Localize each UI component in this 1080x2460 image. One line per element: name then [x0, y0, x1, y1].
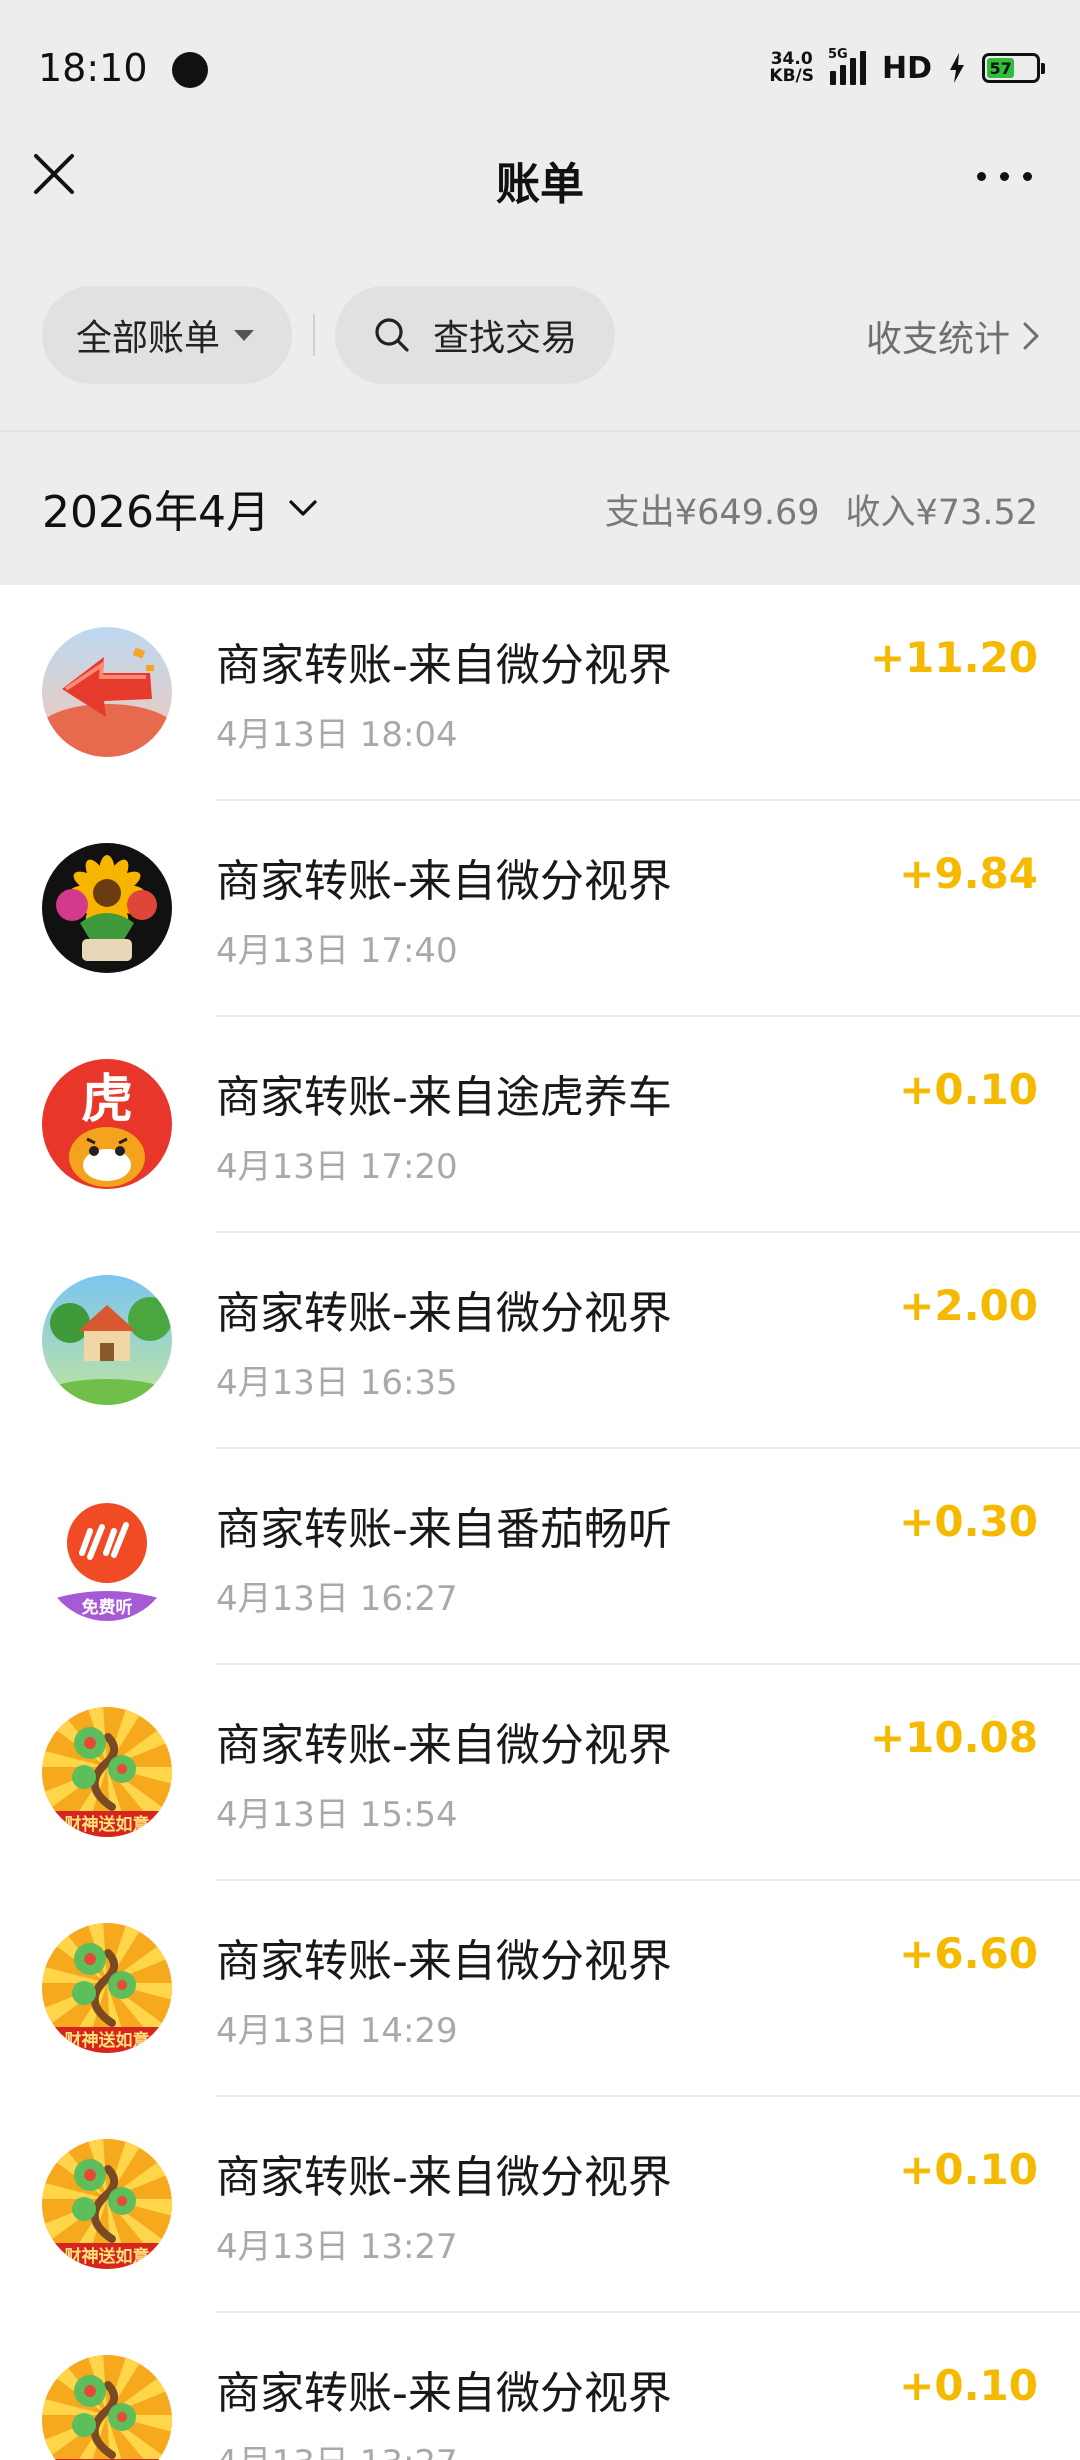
month-selector[interactable]: 2026年4月 — [42, 476, 318, 540]
status-indicators: 34.0 KB/S 5G HD 57 — [769, 47, 1045, 88]
svg-text:财神送如意: 财神送如意 — [64, 2030, 150, 2051]
income-expense-stats-link[interactable]: 收支统计 — [866, 310, 1040, 362]
transaction-time: 4月13日 17:40 — [216, 931, 458, 971]
transaction-time: 4月13日 13:27 — [216, 2435, 458, 2460]
transaction-title: 商家转账-来自微分视界 — [216, 1936, 672, 1987]
tiger-icon: 虎 — [42, 1059, 172, 1189]
search-label: 查找交易 — [433, 318, 578, 359]
transaction-row[interactable]: 财神送如意 商家转账-来自微分视界 4月13日 13:27 +0.10 — [0, 2313, 1080, 2460]
all-bills-filter-button[interactable]: 全部账单 — [42, 286, 292, 384]
transaction-time: 4月13日 13:27 — [216, 2227, 458, 2267]
transaction-time: 4月13日 17:20 — [216, 1147, 458, 1187]
svg-text:财神送如意: 财神送如意 — [64, 2246, 150, 2267]
transaction-time: 4月13日 16:35 — [216, 1363, 458, 1403]
month-income: 收入¥73.52 — [845, 493, 1038, 533]
transaction-amount: +0.10 — [899, 2145, 1038, 2194]
notification-dot-icon — [172, 52, 208, 88]
chevron-right-icon — [1023, 322, 1039, 350]
transaction-amount: +0.10 — [899, 1065, 1038, 1114]
hd-label: HD — [881, 50, 932, 86]
transaction-row[interactable]: 虎 商家转账-来自途虎养车 4月13日 17:20 +0.10 — [0, 1017, 1080, 1233]
transaction-amount: +2.00 — [899, 1281, 1038, 1330]
charging-icon — [950, 53, 964, 83]
month-header: 2026年4月 支出¥649.69 收入¥73.52 — [0, 430, 1080, 585]
transaction-title: 商家转账-来自微分视界 — [216, 640, 672, 691]
battery-icon: 57 — [982, 53, 1045, 83]
transaction-title: 商家转账-来自微分视界 — [216, 856, 672, 907]
month-totals: 支出¥649.69 收入¥73.52 — [605, 484, 1038, 535]
battery-level: 57 — [987, 58, 1015, 78]
filter-divider — [313, 314, 315, 356]
svg-text:虎: 虎 — [81, 1070, 133, 1130]
caret-down-icon — [234, 329, 255, 341]
transaction-time: 4月13日 14:29 — [216, 2011, 458, 2051]
transaction-row[interactable]: 商家转账-来自微分视界 4月13日 17:40 +9.84 — [0, 801, 1080, 1017]
money-tree-icon: 财神送如意 — [42, 2355, 172, 2460]
transaction-amount: +9.84 — [899, 849, 1038, 898]
svg-text:免费听: 免费听 — [82, 1597, 133, 1618]
transaction-title: 商家转账-来自番茄畅听 — [216, 1504, 672, 1555]
transaction-amount: +6.60 — [899, 1929, 1038, 1978]
month-label: 2026年4月 — [42, 487, 270, 538]
network-speed: 34.0 KB/S — [769, 51, 814, 85]
bill-page: 18:10 34.0 KB/S 5G HD 57 账单 全部账单 查找交易 收支… — [0, 0, 1080, 2460]
tomato-listen-icon: 免费听 — [42, 1491, 172, 1621]
filter-row: 全部账单 查找交易 收支统计 — [0, 286, 1080, 384]
transaction-list: 商家转账-来自微分视界 4月13日 18:04 +11.20 商家转账-来自微分… — [0, 585, 1080, 2460]
transaction-title: 商家转账-来自途虎养车 — [216, 1072, 672, 1123]
money-tree-icon: 财神送如意 — [42, 1707, 172, 1837]
transaction-row[interactable]: 免费听 商家转账-来自番茄畅听 4月13日 16:27 +0.30 — [0, 1449, 1080, 1665]
network-speed-unit: KB/S — [769, 66, 814, 86]
transaction-title: 商家转账-来自微分视界 — [216, 2152, 672, 2203]
transaction-row[interactable]: 财神送如意 商家转账-来自微分视界 4月13日 15:54 +10.08 — [0, 1665, 1080, 1881]
transaction-amount: +0.10 — [899, 2361, 1038, 2410]
transaction-row[interactable]: 商家转账-来自微分视界 4月13日 18:04 +11.20 — [0, 585, 1080, 801]
transaction-time: 4月13日 15:54 — [216, 1795, 458, 1835]
money-tree-icon: 财神送如意 — [42, 1923, 172, 2053]
transaction-row[interactable]: 财神送如意 商家转账-来自微分视界 4月13日 14:29 +6.60 — [0, 1881, 1080, 2097]
network-type: 5G — [827, 47, 848, 62]
page-title: 账单 — [496, 159, 584, 210]
transaction-amount: +10.08 — [869, 1713, 1038, 1762]
signal-icon: 5G — [828, 47, 866, 85]
transaction-amount: +0.30 — [899, 1497, 1038, 1546]
transaction-title: 商家转账-来自微分视界 — [216, 1720, 672, 1771]
transaction-title: 商家转账-来自微分视界 — [216, 2368, 672, 2419]
svg-text:财神送如意: 财神送如意 — [64, 1814, 150, 1835]
chevron-down-icon — [289, 500, 317, 516]
village-icon — [42, 1275, 172, 1405]
more-options-icon[interactable] — [977, 172, 1032, 181]
money-tree-icon: 财神送如意 — [42, 2139, 172, 2269]
transaction-amount: +11.20 — [869, 633, 1038, 682]
transaction-row[interactable]: 财神送如意 商家转账-来自微分视界 4月13日 13:27 +0.10 — [0, 2097, 1080, 2313]
status-time: 18:10 — [38, 46, 148, 90]
transaction-time: 4月13日 18:04 — [216, 715, 458, 755]
month-expense: 支出¥649.69 — [604, 493, 820, 533]
transaction-time: 4月13日 16:27 — [216, 1579, 458, 1619]
transaction-title: 商家转账-来自微分视界 — [216, 1288, 672, 1339]
stats-label: 收支统计 — [865, 319, 1010, 360]
all-bills-label: 全部账单 — [76, 318, 221, 359]
search-icon — [375, 318, 409, 352]
status-bar: 18:10 34.0 KB/S 5G HD 57 — [0, 0, 1080, 140]
search-transactions-button[interactable]: 查找交易 — [335, 286, 615, 384]
red-arrow-icon — [42, 627, 172, 757]
sunflower-icon — [42, 843, 172, 973]
transaction-row[interactable]: 商家转账-来自微分视界 4月13日 16:35 +2.00 — [0, 1233, 1080, 1449]
